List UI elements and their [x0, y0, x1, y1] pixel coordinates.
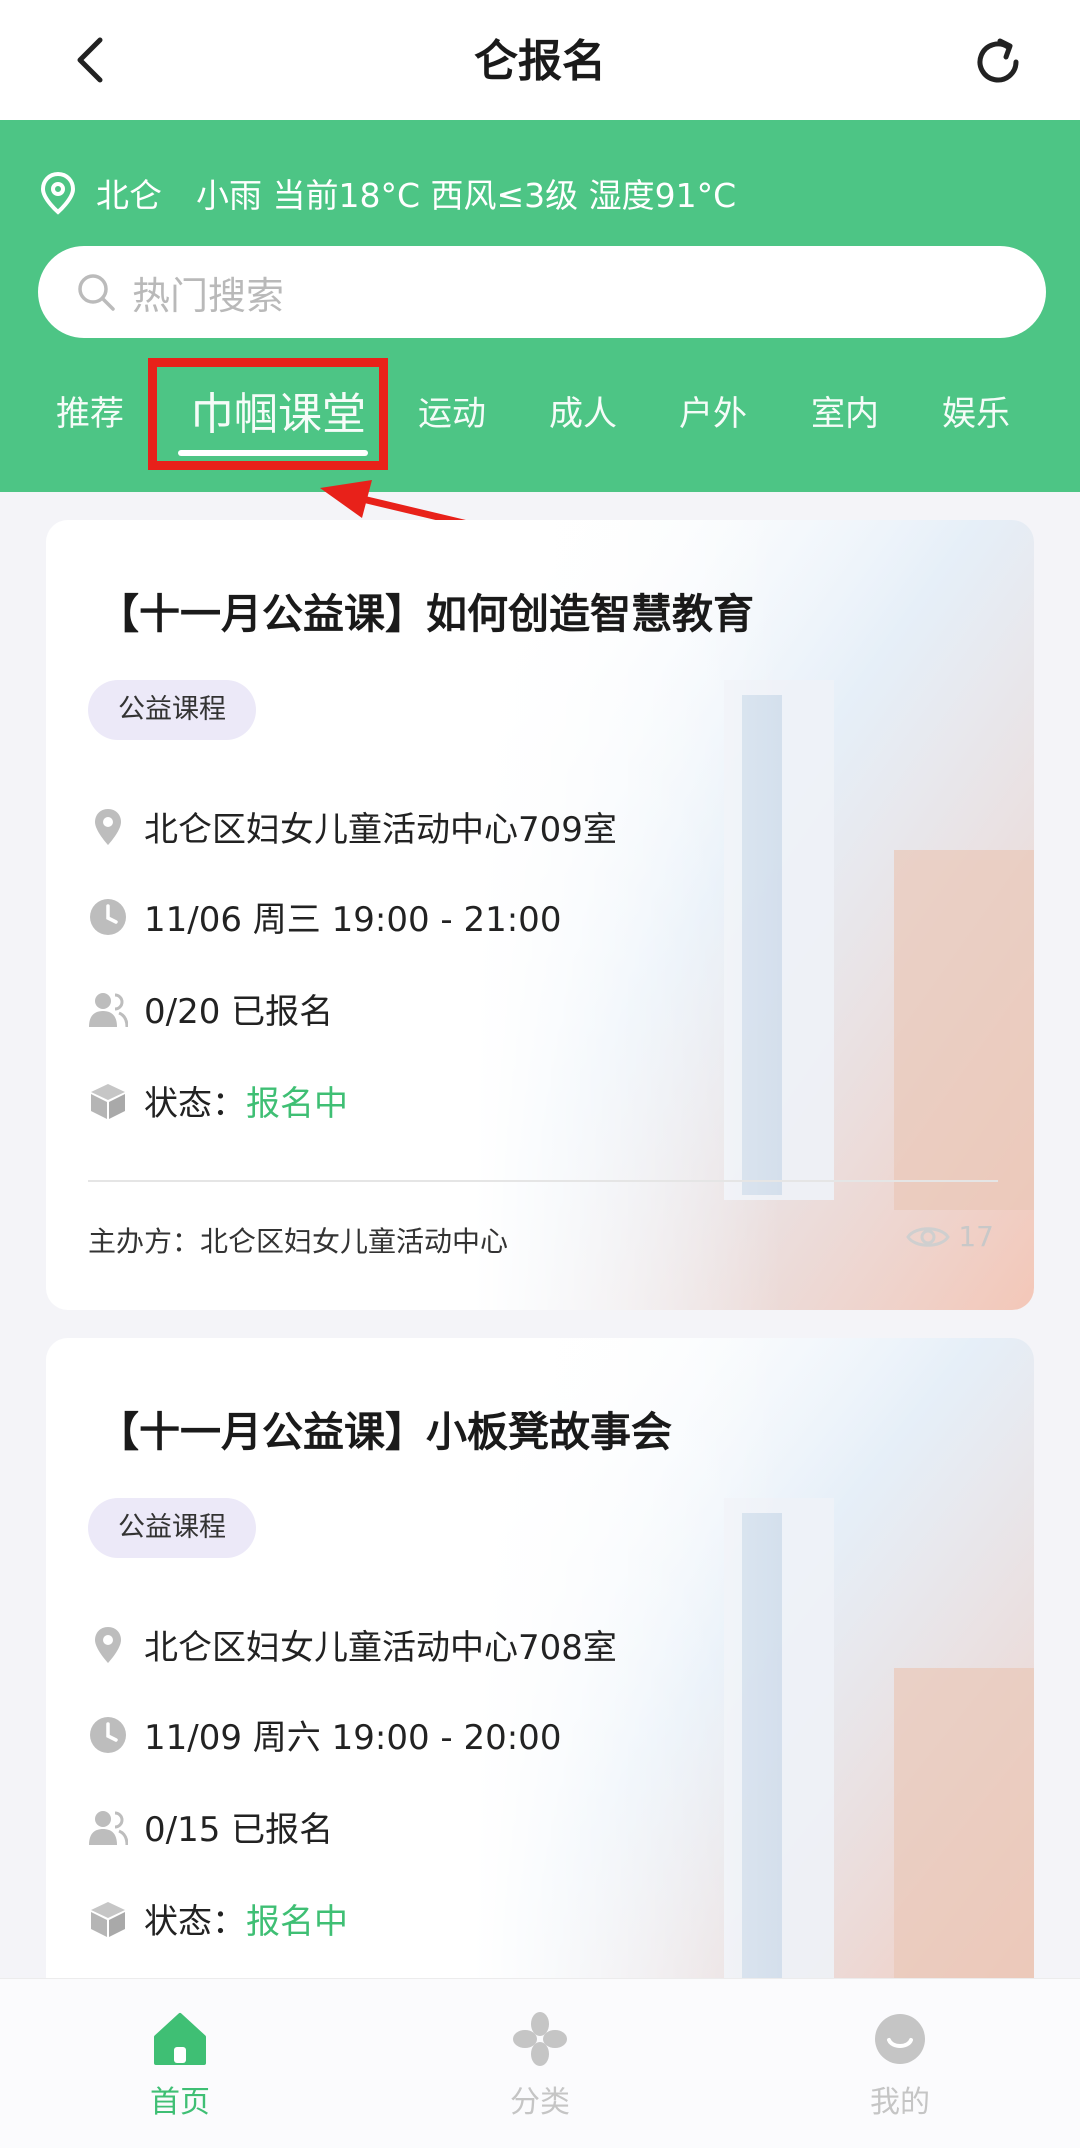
location-pin-icon	[40, 171, 76, 215]
view-count: 17	[958, 1220, 994, 1253]
tab-entertainment[interactable]: 娱乐	[942, 386, 1010, 435]
course-location: 北仑区妇女儿童活动中心709室	[144, 810, 617, 850]
location-icon	[95, 808, 121, 845]
search-icon	[78, 274, 115, 311]
course-location: 北仑区妇女儿童活动中心708室	[144, 1628, 617, 1668]
tab-outdoor[interactable]: 户外	[679, 386, 747, 435]
people-icon	[89, 1810, 128, 1845]
bottom-tab-mine[interactable]: 我的	[830, 2009, 970, 2121]
tab-sports[interactable]: 运动	[418, 386, 486, 435]
page-title: 仑报名	[474, 36, 606, 87]
course-tag: 公益课程	[88, 680, 256, 740]
home-icon	[154, 2013, 206, 2065]
bottom-tab-bar: 首页 分类 我的	[0, 1978, 1080, 2148]
box-icon	[91, 1083, 125, 1119]
course-card[interactable]: 【十一月公益课】如何创造智慧教育 公益课程 北仑区妇女儿童活动中心709室 11…	[46, 520, 1034, 1310]
course-enrolled: 0/20 已报名	[144, 992, 334, 1032]
course-status-label: 状态：	[144, 1902, 246, 1942]
card-divider	[88, 1180, 998, 1182]
clock-icon	[90, 898, 126, 935]
clock-icon	[90, 1716, 126, 1753]
refresh-icon[interactable]	[968, 32, 1028, 92]
category-icon	[513, 2012, 567, 2066]
search-input[interactable]: 热门搜索	[38, 246, 1046, 338]
course-views: 17	[906, 1220, 994, 1253]
course-tag: 公益课程	[88, 1498, 256, 1558]
course-status-row: 状态： 报名中	[88, 1894, 348, 1943]
course-time: 11/09 周六 19:00 - 20:00	[144, 1718, 562, 1758]
course-location-row: 北仑区妇女儿童活动中心708室	[88, 1620, 617, 1669]
course-title: 【十一月公益课】小板凳故事会	[98, 1408, 672, 1456]
location-icon	[95, 1626, 121, 1663]
course-time-row: 11/09 周六 19:00 - 20:00	[88, 1710, 561, 1759]
course-status-value: 报名中	[246, 1902, 348, 1942]
search-placeholder: 热门搜索	[132, 273, 285, 318]
bottom-tab-mine-label: 我的	[870, 2085, 930, 2120]
course-enrolled: 0/15 已报名	[144, 1810, 334, 1850]
tab-adult[interactable]: 成人	[549, 386, 617, 435]
course-title: 【十一月公益课】如何创造智慧教育	[98, 590, 754, 638]
bottom-tab-category[interactable]: 分类	[470, 2009, 610, 2121]
bottom-tab-home-label: 首页	[150, 2085, 210, 2120]
weather-city[interactable]: 北仑	[96, 169, 162, 217]
top-nav-bar: 仑报名	[0, 0, 1080, 120]
eye-icon	[906, 1226, 951, 1247]
bottom-tab-category-label: 分类	[510, 2085, 570, 2120]
tab-indoor[interactable]: 室内	[811, 386, 879, 435]
course-enrolled-row: 0/15 已报名	[88, 1802, 333, 1851]
course-location-row: 北仑区妇女儿童活动中心709室	[88, 802, 617, 851]
highlight-box	[148, 358, 388, 470]
course-card[interactable]: 【十一月公益课】小板凳故事会 公益课程 北仑区妇女儿童活动中心708室 11/0…	[46, 1338, 1034, 2038]
box-icon	[91, 1901, 125, 1937]
course-time-row: 11/06 周三 19:00 - 21:00	[88, 892, 561, 941]
tab-recommend[interactable]: 推荐	[56, 386, 124, 435]
course-status-row: 状态： 报名中	[88, 1076, 348, 1125]
weather-bar: 北仑 小雨 当前18°C 西风≤3级 湿度91°C	[38, 168, 736, 218]
weather-info: 小雨 当前18°C 西风≤3级 湿度91°C	[196, 176, 737, 215]
course-enrolled-row: 0/20 已报名	[88, 984, 333, 1033]
people-icon	[89, 992, 128, 1027]
course-time: 11/06 周三 19:00 - 21:00	[144, 900, 562, 940]
profile-icon	[875, 2014, 925, 2064]
course-status-label: 状态：	[144, 1084, 246, 1124]
course-status-value: 报名中	[246, 1084, 348, 1124]
bottom-tab-home[interactable]: 首页	[110, 2009, 250, 2121]
course-organizer: 主办方：北仑区妇女儿童活动中心	[88, 1225, 509, 1258]
